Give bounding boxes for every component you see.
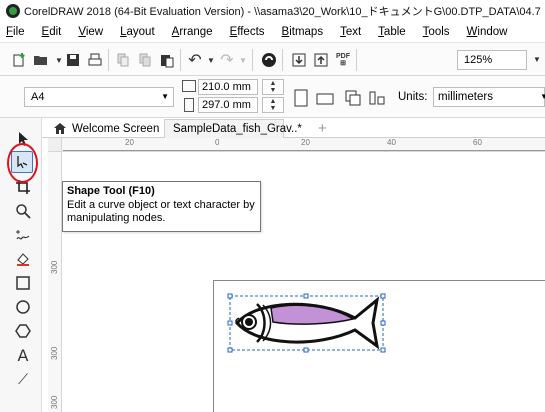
toolbar-separator — [356, 49, 357, 71]
portrait-icon[interactable] — [292, 89, 310, 107]
rectangle-tool-icon[interactable] — [12, 272, 34, 294]
menu-table[interactable]: Table — [378, 26, 406, 38]
menu-text[interactable]: Text — [340, 26, 361, 38]
menu-bar: File Edit View Layout Arrange Effects Bi… — [0, 22, 545, 42]
ruler-label: 20 — [125, 138, 134, 147]
zoom-dropdown-icon[interactable]: ▼ — [533, 55, 541, 64]
polygon-tool-icon[interactable] — [12, 320, 34, 342]
menu-layout[interactable]: Layout — [120, 26, 155, 38]
page-width-field[interactable]: 210.0 mm — [198, 79, 258, 95]
menu-effects[interactable]: Effects — [230, 26, 265, 38]
copy-icon[interactable] — [136, 51, 154, 69]
publish-pdf-icon[interactable]: PDF ⊞ — [334, 51, 352, 69]
page-border — [63, 150, 545, 151]
smart-fill-tool-icon[interactable] — [12, 248, 34, 270]
menu-window[interactable]: Window — [467, 26, 508, 38]
menu-view[interactable]: View — [78, 26, 103, 38]
ruler-label: 300 — [50, 346, 59, 360]
zoom-level-input[interactable]: 125% — [457, 50, 527, 70]
paper-size-select[interactable]: A4 ▼ — [24, 87, 174, 107]
toolbar-separator — [282, 49, 283, 71]
ruler-label: 0 — [215, 138, 220, 147]
home-icon — [54, 123, 66, 134]
redo-dropdown-icon[interactable]: ▼ — [234, 51, 252, 69]
toolbar-separator — [252, 49, 253, 71]
open-icon[interactable] — [32, 51, 50, 69]
ellipse-tool-icon[interactable] — [12, 296, 34, 318]
standard-toolbar: ▼ ↶ ▼ ↷ ▼ PDF ⊞ 125% ▼ — [0, 42, 545, 76]
ruler-label: 20 — [301, 138, 310, 147]
page-width-spinner[interactable]: ▲ ▼ — [262, 79, 284, 95]
highlight-circle-annotation — [7, 143, 38, 183]
paper-size-value: A4 — [31, 91, 45, 103]
page-height-icon — [184, 98, 194, 112]
menu-arrange[interactable]: Arrange — [172, 26, 213, 38]
paste-icon[interactable] — [158, 51, 176, 69]
units-select[interactable]: millimeters ▼ — [433, 87, 545, 107]
toolbar-separator — [108, 49, 109, 71]
chevron-down-icon: ▼ — [540, 92, 545, 101]
units-label: Units: — [398, 91, 428, 103]
page-width-icon — [182, 80, 196, 92]
parallel-dimension-tool-icon[interactable]: ⟋ — [12, 368, 34, 390]
ruler-origin[interactable] — [48, 138, 62, 152]
tab-document[interactable]: SampleData_fish_Grav..* — [164, 119, 302, 138]
zoom-tool-icon[interactable] — [12, 200, 34, 222]
shape-tool-tooltip: Shape Tool (F10) Edit a curve object or … — [62, 181, 261, 232]
export-icon[interactable] — [312, 51, 330, 69]
document-tab-bar: Welcome Screen SampleData_fish_Grav..* + — [42, 118, 545, 138]
ruler-label: 60 — [473, 138, 482, 147]
menu-bitmaps[interactable]: Bitmaps — [282, 26, 324, 38]
window-title: CorelDRAW 2018 (64-Bit Evaluation Versio… — [24, 6, 541, 18]
fish-drawing[interactable] — [227, 292, 387, 354]
units-value: millimeters — [438, 91, 493, 103]
tooltip-description: Edit a curve object or text character by… — [67, 199, 255, 224]
property-bar: A4 ▼ 210.0 mm ▲ ▼ 297.0 mm ▲ ▼ Units: mill… — [0, 76, 545, 118]
print-icon[interactable] — [86, 51, 104, 69]
corel-connect-icon[interactable] — [260, 51, 278, 69]
import-icon[interactable] — [290, 51, 308, 69]
menu-edit[interactable]: Edit — [42, 26, 62, 38]
current-page-icon[interactable] — [368, 89, 386, 107]
title-bar: CorelDRAW 2018 (64-Bit Evaluation Versio… — [0, 0, 545, 22]
freehand-tool-icon[interactable] — [12, 224, 34, 246]
page-height-field[interactable]: 297.0 mm — [198, 97, 258, 113]
menu-tools[interactable]: Tools — [423, 26, 450, 38]
menu-file[interactable]: File — [6, 26, 25, 38]
ruler-label: 300 — [50, 395, 59, 409]
tab-welcome-label: Welcome Screen — [72, 122, 160, 135]
page-height-spinner[interactable]: ▲ ▼ — [262, 97, 284, 113]
tooltip-title: Shape Tool (F10) — [67, 185, 155, 197]
add-tab-button[interactable]: + — [318, 119, 327, 138]
toolbar-separator — [180, 49, 181, 71]
save-icon[interactable] — [64, 51, 82, 69]
all-pages-icon[interactable] — [344, 89, 362, 107]
chevron-down-icon: ▼ — [161, 92, 169, 101]
ruler-label: 300 — [50, 260, 59, 274]
coreldraw-logo-icon — [6, 4, 20, 18]
landscape-icon[interactable] — [316, 89, 334, 107]
tab-document-label: SampleData_fish_Grav..* — [173, 123, 302, 135]
ruler-label: 40 — [387, 138, 396, 147]
cut-icon[interactable] — [114, 51, 132, 69]
text-tool-icon[interactable]: A — [12, 344, 34, 366]
tab-welcome-screen[interactable]: Welcome Screen — [54, 119, 159, 138]
vertical-ruler[interactable]: 300 300 300 — [48, 152, 62, 412]
new-document-icon[interactable] — [10, 51, 28, 69]
